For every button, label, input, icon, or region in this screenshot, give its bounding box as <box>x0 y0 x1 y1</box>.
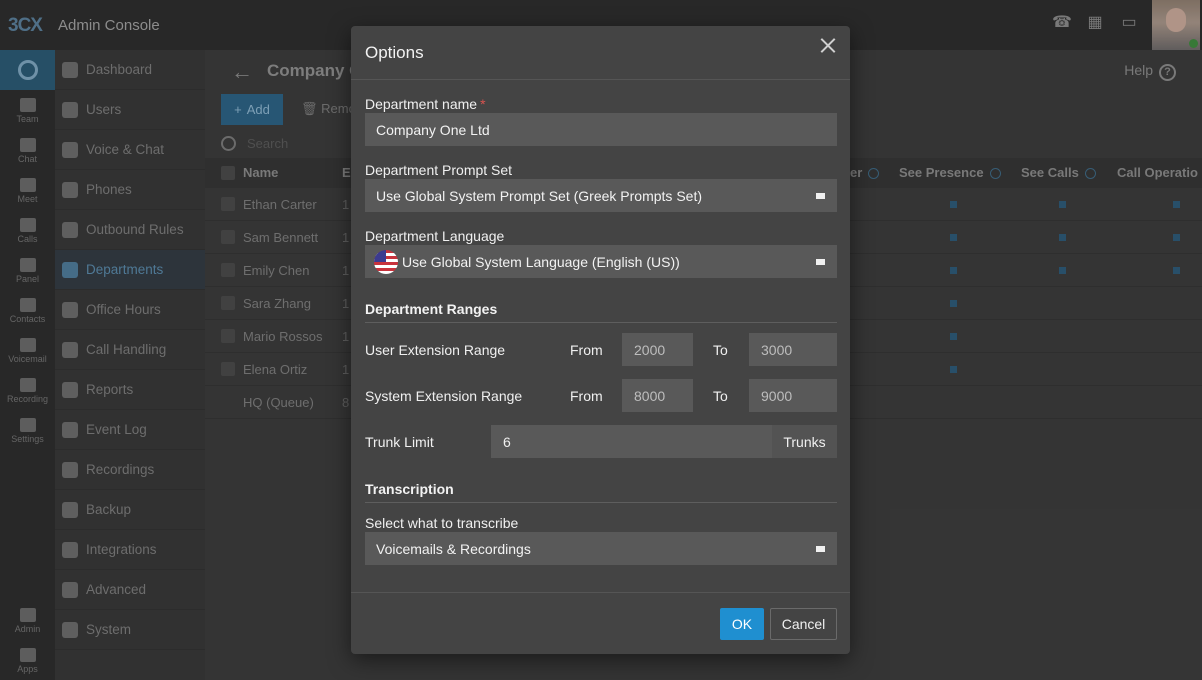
department-ranges-heading: Department Ranges <box>365 301 837 323</box>
system-range-from-input[interactable]: 8000 <box>622 379 693 412</box>
options-dialog: Options Department name * Company One Ltd… <box>351 26 850 654</box>
transcribe-label: Select what to transcribe <box>365 515 519 531</box>
required-marker: * <box>480 96 486 112</box>
transcribe-select[interactable]: Voicemails & Recordings <box>365 532 837 565</box>
language-select[interactable]: Use Global System Language (English (US)… <box>365 245 837 278</box>
language-label: Department Language <box>365 228 505 244</box>
user-range-to-input[interactable]: 3000 <box>749 333 837 366</box>
dialog-title: Options <box>365 43 424 62</box>
chevron-down-icon <box>816 546 825 552</box>
dialog-footer-divider <box>351 592 850 593</box>
dialog-header: Options <box>351 26 850 80</box>
user-range-from-input[interactable]: 2000 <box>622 333 693 366</box>
prompt-set-select[interactable]: Use Global System Prompt Set (Greek Prom… <box>365 179 837 212</box>
user-from-label: From <box>570 342 603 358</box>
trunk-limit-input[interactable]: 6 <box>491 425 772 458</box>
ok-button[interactable]: OK <box>720 608 764 640</box>
system-to-label: To <box>713 388 728 404</box>
trunk-limit-label: Trunk Limit <box>365 434 434 450</box>
cancel-button[interactable]: Cancel <box>770 608 837 640</box>
user-range-label: User Extension Range <box>365 342 506 358</box>
department-name-input[interactable]: Company One Ltd <box>365 113 837 146</box>
system-from-label: From <box>570 388 603 404</box>
system-range-label: System Extension Range <box>365 388 523 404</box>
department-name-label: Department name * <box>365 96 486 112</box>
system-range-to-input[interactable]: 9000 <box>749 379 837 412</box>
chevron-down-icon <box>816 193 825 199</box>
us-flag-icon <box>374 249 398 274</box>
chevron-down-icon <box>816 259 825 265</box>
transcription-heading: Transcription <box>365 481 837 503</box>
close-icon[interactable] <box>818 36 838 56</box>
trunk-limit-suffix: Trunks <box>772 425 837 458</box>
prompt-set-label: Department Prompt Set <box>365 162 513 178</box>
user-to-label: To <box>713 342 728 358</box>
